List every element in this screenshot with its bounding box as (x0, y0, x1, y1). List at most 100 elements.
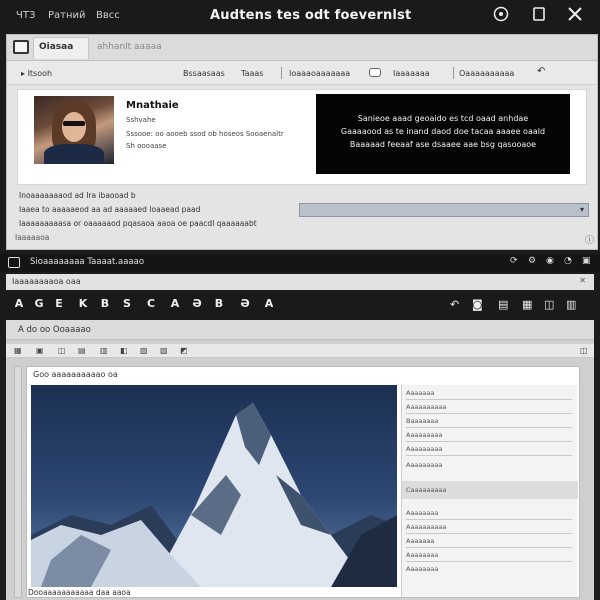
callout-line: Baaaaad feeaaf ase dsaaee aae bsg qasooa… (349, 140, 537, 149)
notify-icon[interactable]: ◔ (564, 256, 572, 266)
panel-divider (406, 427, 572, 428)
format-button[interactable]: K (76, 297, 90, 313)
menu-item-edit[interactable]: Ратний (48, 10, 86, 21)
document-footer: Dooaaaaaaaaaaa daa aaoa (28, 588, 131, 597)
profile-name: Mnathaie (126, 100, 179, 111)
editor-title-bar: Sioaaaaaaaa Taaaat.aaaao ⟳ ⚙ ◉ ◔ ▣ (0, 254, 600, 272)
upper-toolbar: ▸ Itsooh Bssaasaas Taaas Ioaaaoaaaaaaa I… (7, 61, 597, 85)
info-line: Iaaea to aaaaaeod aa ad aaaaaed Ioaaead … (19, 205, 201, 214)
menu-item-file[interactable]: ЧТЗ (16, 10, 35, 21)
profile-detail: Sssooe: oo aooeb ssod ob hoseos Sooaenal… (126, 130, 284, 138)
mountain-image[interactable] (31, 385, 397, 587)
toolbar-item-3[interactable]: Ioaaaoaaaaaaa (289, 69, 350, 78)
grid-icon[interactable]: ◫ (544, 298, 554, 311)
toolbar-item-5[interactable]: Oaaaaaaaaaa (459, 69, 514, 78)
info-line: Inoaaaaaaaod ad Ira ibaooad b (19, 191, 136, 200)
format-button[interactable]: B (212, 297, 226, 313)
panel-label: Aaaaaaa (406, 389, 435, 397)
toolbar-divider (453, 67, 454, 79)
app-icon (8, 257, 20, 268)
editor-title: Sioaaaaaaaa Taaaat.aaaao (30, 257, 145, 267)
paint-icon[interactable]: ◧ (120, 346, 128, 355)
properties-panel: Aaaaaaa Aaaaaaaaaa Baaaaaaa Aaaaaaaaa Aa… (401, 385, 578, 597)
image-icon[interactable]: ▤ (498, 298, 508, 311)
format-button[interactable]: B (98, 297, 112, 313)
tab-label-secondary[interactable]: ahhanlt aaaaa (97, 42, 162, 52)
restore-icon[interactable] (528, 6, 550, 28)
close-icon[interactable]: ✕ (579, 276, 586, 285)
format-button[interactable]: S (120, 297, 134, 313)
format-button[interactable]: Ә (238, 297, 252, 313)
window-icon (13, 40, 29, 54)
upper-footer-text: Iaaaaaoa (15, 233, 50, 242)
share-icon[interactable]: ↶ (537, 66, 545, 77)
panel-label: Aaaaaaa (406, 537, 435, 545)
shape-icon[interactable]: ◩ (180, 346, 188, 355)
format-button[interactable]: C (144, 297, 158, 313)
panel-divider (406, 519, 572, 520)
chart-icon[interactable]: ▧ (140, 346, 148, 355)
layout-icon[interactable]: ▣ (582, 256, 591, 266)
user-icon[interactable]: ◉ (546, 256, 554, 266)
panel-divider (406, 441, 572, 442)
format-button[interactable]: G (32, 297, 46, 313)
settings-icon[interactable]: ⚙ (528, 256, 536, 266)
panel-label: Aaaaaaaaaa (406, 403, 447, 411)
document-tool-row: ▦ ▣ ◫ ▤ ▥ ◧ ▧ ▨ ◩ ◫ (6, 344, 594, 358)
panel-label: Aaaaaaaa (406, 565, 439, 573)
format-button[interactable]: E (52, 297, 66, 313)
grid-icon[interactable]: ▦ (14, 346, 22, 355)
split-icon[interactable]: ▥ (566, 298, 576, 311)
toolbar-toggle[interactable] (369, 68, 381, 77)
callout-box: Sanieoe aaad geoaido es tcd oaad anhdae … (316, 94, 570, 174)
panel-divider (406, 533, 572, 534)
menu-item-view[interactable]: Ввcс (96, 10, 120, 21)
table-icon[interactable]: ◫ (58, 346, 66, 355)
panel-divider (406, 399, 572, 400)
toolbar-item-1[interactable]: Bssaasaas (183, 69, 225, 78)
camera-icon[interactable]: ◙ (472, 298, 483, 311)
document-header-label: A do oo Ooaaaao (18, 325, 91, 335)
profile-detail-2: Sh oooaase (126, 142, 167, 150)
profile-subtitle: Sshvahe (126, 116, 156, 124)
info-icon[interactable]: ⓘ (585, 233, 594, 246)
vertical-scrollbar[interactable] (14, 366, 22, 598)
sync-icon[interactable]: ⟳ (510, 256, 518, 266)
select-dropdown[interactable]: ▾ (299, 203, 589, 217)
format-button[interactable]: A (262, 297, 276, 313)
back-button[interactable]: ▸ Itsooh (21, 69, 52, 78)
toolbar-item-4[interactable]: Iaaaaaaa (393, 69, 430, 78)
panel-label: Aaaaaaaaa (406, 431, 443, 439)
panel-label: Aaaaaaaaa (406, 445, 443, 453)
callout-line: Sanieoe aaad geoaido es tcd oaad anhdae (357, 114, 529, 123)
panel-divider (406, 413, 572, 414)
list-icon[interactable]: ▣ (36, 346, 44, 355)
info-line: Iaaaaaaaaasa or oaaaaaod pqasaoa aaoa oe… (19, 219, 257, 228)
document-menu-label[interactable]: Iaaaaaaaaoa oaa (12, 277, 81, 286)
window-title-bar: ЧТЗ Ратний Ввcс Audtens tes odt foevernl… (0, 0, 600, 34)
tab-strip: Оiasaa ahhanlt aaaaa (7, 35, 597, 61)
format-button[interactable]: A (168, 297, 182, 313)
format-button[interactable]: Ә (190, 297, 204, 313)
formatting-toolbar: A G E K B S C A Ә B Ә A ↶ ◙ ▤ ▦ ◫ ▥ (0, 292, 600, 318)
panel-label: Aaaaaaaaa (406, 461, 443, 469)
undo-icon[interactable]: ↶ (450, 298, 459, 311)
collapse-icon[interactable]: ◫ (580, 346, 588, 355)
help-icon[interactable] (490, 6, 512, 28)
chevron-down-icon: ▾ (579, 205, 584, 214)
toolbar-item-2[interactable]: Taaas (241, 69, 263, 78)
panel-label: Aaaaaaaaaa (406, 523, 447, 531)
document-header: A do oo Ooaaaao (6, 320, 594, 340)
columns-icon[interactable]: ▦ (522, 298, 532, 311)
close-icon[interactable] (564, 6, 586, 28)
tab-label-active[interactable]: Оiasaa (39, 42, 73, 52)
document-workspace: A do oo Ooaaaao ▦ ▣ ◫ ▤ ▥ ◧ ▧ ▨ ◩ ◫ Goo … (6, 320, 594, 600)
profile-card: Mnathaie Sshvahe Sssooe: oo aooeb ssod o… (17, 89, 587, 185)
paste-icon[interactable]: ▥ (100, 346, 108, 355)
window-title: Audtens tes odt foevernlst (210, 8, 412, 23)
copy-icon[interactable]: ▤ (78, 346, 86, 355)
panel-divider (406, 561, 572, 562)
insert-icon[interactable]: ▨ (160, 346, 168, 355)
avatar (34, 96, 114, 164)
format-button[interactable]: A (12, 297, 26, 313)
